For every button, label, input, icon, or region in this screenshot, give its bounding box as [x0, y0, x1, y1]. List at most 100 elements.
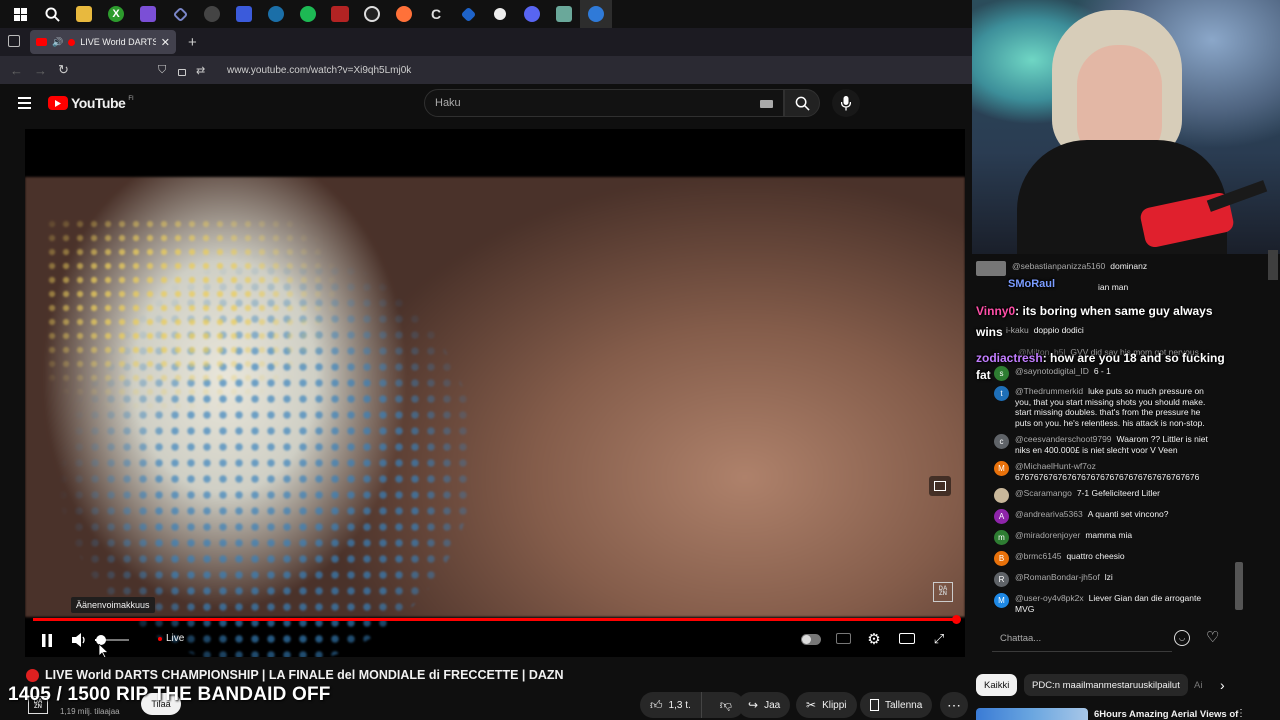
chip-all[interactable]: Kaikki: [976, 674, 1018, 696]
folder-icon[interactable]: [68, 0, 100, 28]
keyboard-icon[interactable]: [760, 100, 773, 108]
settings-icon[interactable]: ⚙: [866, 631, 882, 648]
progress-handle[interactable]: [952, 615, 961, 624]
theater-mode-icon[interactable]: [899, 633, 915, 644]
mouse-cursor: [98, 643, 110, 657]
chat-scrollbar[interactable]: [1235, 562, 1243, 610]
chat-author[interactable]: i-kaku: [1006, 325, 1029, 335]
voice-search-button[interactable]: [832, 89, 860, 117]
avatar: A: [994, 509, 1009, 524]
youtube-logo[interactable]: YouTube FI: [48, 95, 134, 111]
related-thumbnail[interactable]: [976, 708, 1088, 720]
permissions-icon[interactable]: ⇄: [196, 64, 205, 77]
video-frame[interactable]: [25, 177, 965, 657]
tab-list-icon[interactable]: [8, 35, 20, 47]
chat-author[interactable]: @MichaelHunt-wf7oz: [1015, 461, 1096, 471]
live-indicator[interactable]: Live: [158, 633, 184, 644]
chat-author[interactable]: @sebastianpanizza5160: [1012, 261, 1105, 271]
chat-author[interactable]: @andreariva5363: [1015, 509, 1083, 519]
app4-icon[interactable]: [548, 0, 580, 28]
chat-author[interactable]: @ceesvanderschoot9799: [1015, 434, 1112, 444]
save-button[interactable]: Tallenna: [860, 692, 933, 718]
chat-message: i-kaku doppio dodici: [1006, 325, 1084, 336]
url-text[interactable]: www.youtube.com/watch?v=Xi9qh5Lmj0k: [227, 65, 411, 76]
ccleaner-icon[interactable]: C: [420, 0, 452, 28]
emoji-button[interactable]: ◡: [1174, 630, 1190, 646]
share-label: Jaa: [764, 699, 781, 711]
firefox-icon[interactable]: [388, 0, 420, 28]
volume-slider[interactable]: [95, 635, 129, 645]
vpn-icon[interactable]: [164, 0, 196, 28]
chat-author[interactable]: @saynotodigital_ID: [1015, 366, 1089, 376]
chat-message: t @Thedrummerkid luke puts so much pressu…: [994, 386, 1216, 429]
video-player[interactable]: DA ZN Äänenvoimakkuus Live ⚙ ⤢: [25, 129, 965, 657]
close-tab-icon[interactable]: ✕: [161, 36, 170, 49]
thumbs-down-icon: 👎︎: [719, 697, 732, 712]
chip-ai[interactable]: Ai: [1190, 674, 1206, 696]
chat-author[interactable]: @brmc6145: [1015, 551, 1061, 561]
bookmark-icon: [870, 699, 879, 711]
fullscreen-icon[interactable]: ⤢: [931, 631, 947, 647]
chat-author[interactable]: @miradorenjoyer: [1015, 530, 1080, 540]
discord-icon[interactable]: [516, 0, 548, 28]
app2-icon[interactable]: [452, 0, 484, 28]
search-icon[interactable]: [36, 0, 68, 28]
progress-bar[interactable]: [33, 618, 957, 621]
chat-author[interactable]: @user-oy4v8pk2x: [1015, 593, 1084, 603]
heart-button[interactable]: ♡: [1206, 628, 1219, 646]
menu-icon[interactable]: [18, 97, 31, 109]
channel-subscribers: 1,19 milj. tilaajaa: [60, 707, 120, 716]
speaker-icon[interactable]: 🔊: [52, 37, 63, 48]
live-dot-icon: [68, 38, 76, 46]
dartboard-yellow-blur: [45, 217, 345, 417]
volume-tooltip: Äänenvoimakkuus: [71, 597, 155, 613]
spotify-icon[interactable]: [292, 0, 324, 28]
windows-icon[interactable]: [4, 0, 36, 28]
pause-button[interactable]: [38, 631, 56, 649]
avatar: [994, 488, 1009, 503]
gamepad-icon[interactable]: [132, 0, 164, 28]
new-tab-icon[interactable]: +: [188, 34, 197, 51]
autoplay-toggle[interactable]: [801, 634, 821, 645]
chip-next-icon[interactable]: ›: [1220, 677, 1225, 693]
chat-author[interactable]: @Thedrummerkid: [1015, 386, 1083, 396]
chat-text: mamma mia: [1085, 530, 1133, 540]
url-bar: ← → ↻ ⛉ ⇄ www.youtube.com/watch?v=Xi9qh5…: [0, 56, 972, 84]
chip-pdc[interactable]: PDC:n maailmanmestaruuskilpailut: [1024, 674, 1188, 696]
stream-overlay-line: Vinny0: its boring when same guy always: [976, 304, 1213, 318]
browser-tab[interactable]: 🔊 LIVE World DARTS CHA ✕: [30, 30, 176, 54]
back-icon[interactable]: ←: [10, 63, 23, 78]
xbox-icon[interactable]: X: [100, 0, 132, 28]
steam-icon[interactable]: [260, 0, 292, 28]
monitor-icon[interactable]: [228, 0, 260, 28]
app3-icon[interactable]: [484, 0, 516, 28]
chat-author[interactable]: @Scaramango: [1015, 488, 1072, 498]
forward-icon[interactable]: →: [34, 63, 47, 78]
youtube-favicon-icon: [36, 38, 47, 46]
app-icon[interactable]: [196, 0, 228, 28]
clip-button[interactable]: ✂ Klippi: [796, 692, 857, 718]
dazn-watermark: DA ZN: [933, 582, 953, 602]
mute-button[interactable]: [70, 631, 88, 649]
lock-icon[interactable]: [178, 69, 186, 76]
shield-icon[interactable]: ⛉: [158, 64, 166, 77]
stream-goal-overlay: 1405 / 1500 RIP THE BANDAID OFF: [8, 684, 331, 705]
page-scrollbar[interactable]: [1268, 250, 1278, 280]
reload-icon[interactable]: ↻: [58, 62, 69, 78]
related-more-icon[interactable]: ⋮: [1236, 708, 1246, 719]
search-button[interactable]: [784, 89, 820, 117]
share-button[interactable]: ↪ Jaa: [738, 692, 791, 718]
avatar: t: [994, 386, 1009, 401]
app5-icon[interactable]: [580, 0, 612, 28]
search-input[interactable]: Haku: [424, 89, 784, 117]
obs-icon[interactable]: [356, 0, 388, 28]
miniplayer-icon[interactable]: [929, 476, 951, 496]
voicemeeter-icon[interactable]: [324, 0, 356, 28]
chat-author[interactable]: @RomanBondar-jh5of: [1015, 572, 1100, 582]
chat-message: @Scaramango 7-1 Gefeliciteerd Litler: [994, 488, 1160, 503]
more-actions-button[interactable]: ⋯: [940, 692, 968, 718]
subtitles-icon[interactable]: [836, 633, 851, 644]
like-button[interactable]: 👍︎ 1,3 t.: [640, 692, 702, 718]
chat-input[interactable]: Chattaa...: [992, 626, 1172, 652]
related-title[interactable]: 6Hours Amazing Aerial Views of: [1094, 709, 1238, 720]
